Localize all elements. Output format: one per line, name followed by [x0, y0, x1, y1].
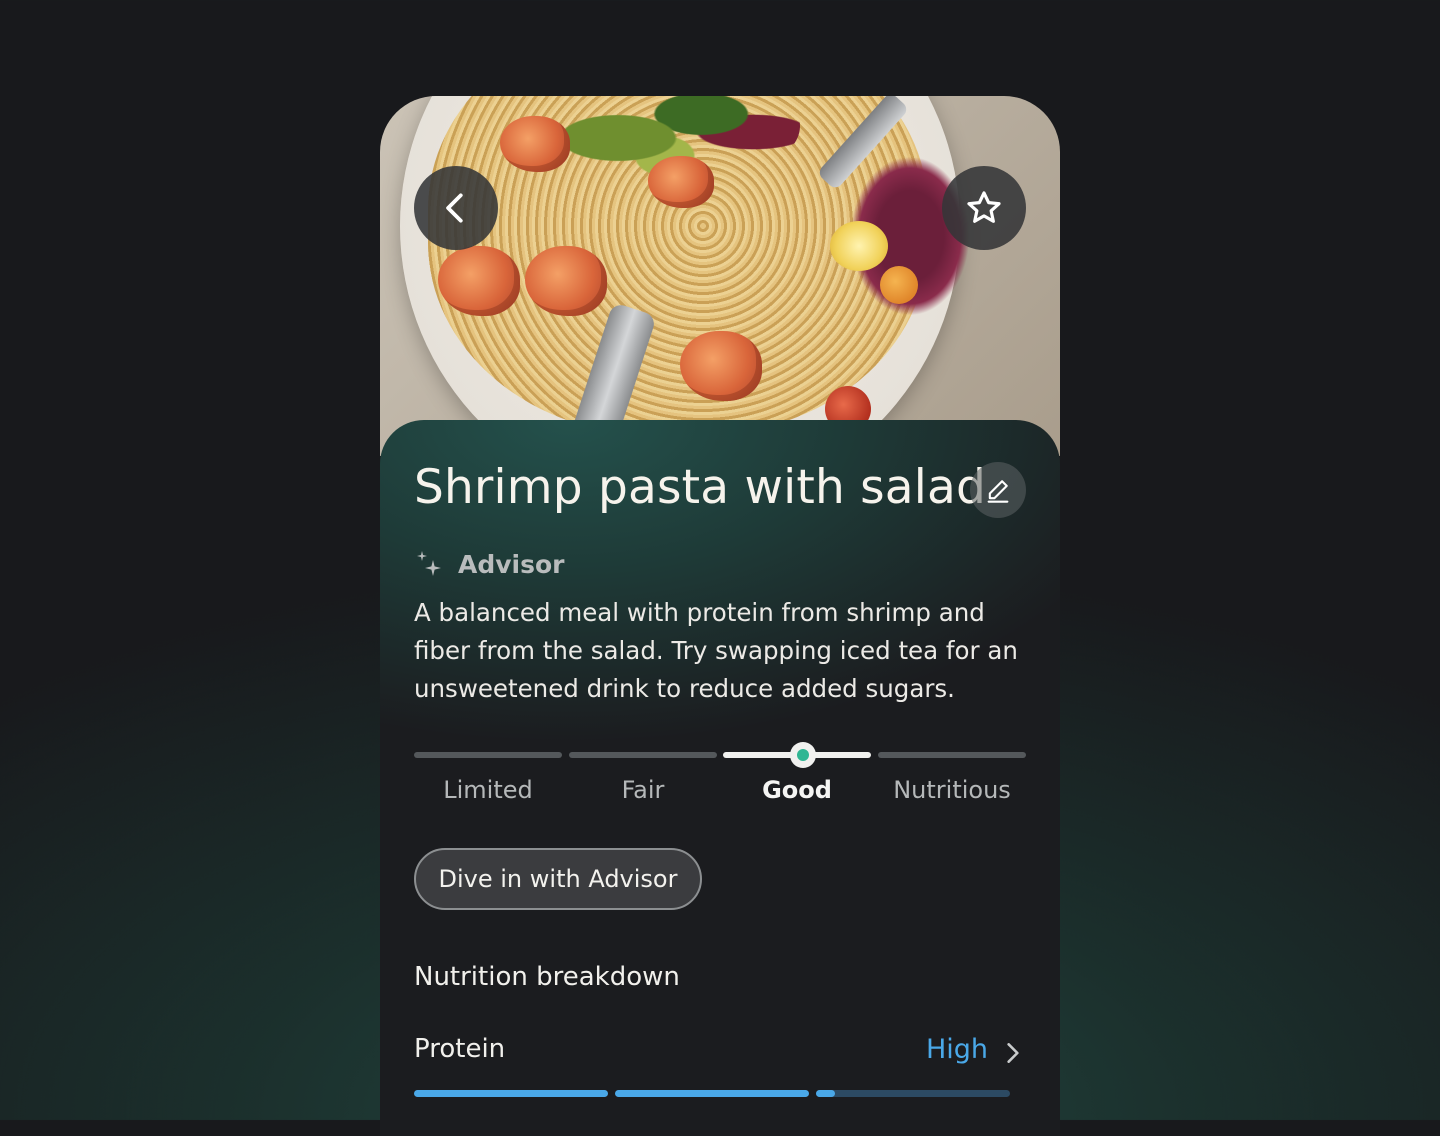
advisor-message: A balanced meal with protein from shrimp…: [414, 598, 1018, 703]
meal-photo: [380, 96, 1060, 456]
rating-indicator-dot: [797, 749, 809, 761]
rating-label-limited: Limited: [443, 776, 533, 804]
rating-segment-fair: [569, 752, 717, 758]
shrimp-graphic: [438, 246, 520, 316]
meal-title: Shrimp pasta with salad: [414, 460, 987, 515]
nutrient-level: High: [925, 1034, 988, 1065]
chevron-left-icon: [446, 193, 463, 223]
sparkles-icon: [417, 551, 441, 576]
protein-bar-segment-3-fill: [816, 1090, 835, 1097]
nutrient-name: Protein: [414, 1034, 506, 1064]
advisor-label: Advisor: [458, 549, 565, 579]
shrimp-graphic: [500, 116, 570, 172]
tomato-graphic: [880, 266, 918, 304]
advisor-header: Advisor: [414, 548, 565, 580]
favorite-button[interactable]: [942, 166, 1026, 250]
shrimp-graphic: [648, 156, 714, 208]
nutrition-rating-scale: Limited Fair Good Nutritious: [414, 742, 1026, 832]
nutrition-breakdown-title: Nutrition breakdown: [414, 962, 680, 992]
nutrition-row-protein[interactable]: Protein High: [414, 1034, 1026, 1114]
rating-label-fair: Fair: [621, 776, 665, 804]
meal-details-sheet: Shrimp pasta with salad Advisor A balanc…: [380, 420, 1060, 1136]
star-outline-icon: [967, 191, 1001, 223]
shrimp-graphic: [680, 331, 762, 401]
pencil-icon: [987, 480, 1009, 503]
chevron-right-icon: [1007, 1043, 1019, 1063]
protein-bar-segment-2: [615, 1090, 809, 1097]
meal-detail-card: Shrimp pasta with salad Advisor A balanc…: [380, 96, 1060, 1136]
protein-bar-segment-3: [816, 1090, 1010, 1097]
rating-indicator: [790, 742, 816, 768]
dive-in-advisor-button[interactable]: Dive in with Advisor: [414, 848, 702, 910]
protein-bar-segment-1: [414, 1090, 608, 1097]
rating-segment-limited: [414, 752, 562, 758]
back-button[interactable]: [414, 166, 498, 250]
rating-label-nutritious: Nutritious: [893, 776, 1011, 804]
shrimp-graphic: [525, 246, 607, 316]
lemon-graphic: [830, 221, 888, 271]
edit-title-button[interactable]: [970, 462, 1026, 518]
rating-segment-nutritious: [878, 752, 1026, 758]
rating-label-good: Good: [762, 776, 832, 804]
